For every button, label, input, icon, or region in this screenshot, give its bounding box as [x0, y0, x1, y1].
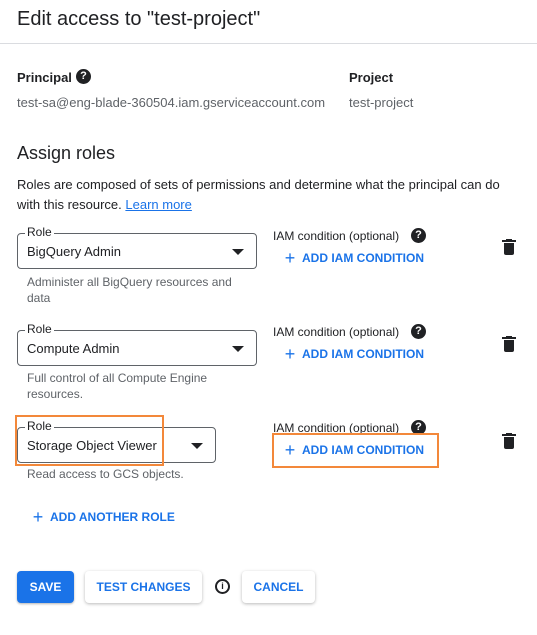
role-highlight-box	[15, 415, 164, 466]
test-changes-button[interactable]: TEST CHANGES	[85, 571, 202, 603]
learn-more-link[interactable]: Learn more	[125, 197, 191, 212]
add-condition-label: ADD IAM CONDITION	[302, 347, 424, 361]
dialog-title: Edit access to "test-project"	[17, 8, 261, 30]
role-value: Compute Admin	[27, 341, 120, 356]
condition-highlight-box	[272, 433, 439, 468]
save-button[interactable]: SAVE	[17, 571, 74, 603]
dropdown-arrow-icon	[232, 249, 244, 255]
role-select-1[interactable]: Role BigQuery Admin	[17, 225, 257, 269]
role-hint-1: Administer all BigQuery resources and da…	[27, 275, 232, 305]
add-another-role-label: ADD ANOTHER ROLE	[50, 510, 175, 524]
add-another-role-button[interactable]: + ADD ANOTHER ROLE	[31, 505, 175, 529]
dialog-header: Edit access to "test-project"	[0, 0, 537, 44]
principal-help-icon[interactable]: ?	[76, 69, 91, 84]
assign-roles-title: Assign roles	[17, 143, 116, 163]
project-label: Project	[349, 70, 394, 85]
project-value: test-project	[349, 95, 414, 110]
role-hint-3: Read access to GCS objects.	[27, 467, 184, 481]
condition-help-icon-2[interactable]: ?	[411, 324, 426, 339]
role-hint-2: Full control of all Compute Engine resou…	[27, 371, 208, 401]
delete-role-icon-3[interactable]	[502, 433, 516, 449]
principal-value: test-sa@eng-blade-360504.iam.gserviceacc…	[17, 95, 326, 110]
plus-icon: +	[284, 248, 296, 268]
add-iam-condition-button-2[interactable]: + ADD IAM CONDITION	[283, 342, 424, 366]
role-value: BigQuery Admin	[27, 244, 121, 259]
assign-roles-description: Roles are composed of sets of permission…	[17, 175, 517, 215]
condition-help-icon-1[interactable]: ?	[411, 228, 426, 243]
dropdown-arrow-icon	[191, 443, 203, 449]
description-text: Roles are composed of sets of permission…	[17, 177, 500, 212]
add-condition-label: ADD IAM CONDITION	[302, 251, 424, 265]
iam-condition-label-2: IAM condition (optional)	[273, 325, 400, 339]
delete-role-icon-2[interactable]	[502, 336, 516, 352]
iam-condition-label-1: IAM condition (optional)	[273, 229, 400, 243]
principal-label: Principal	[17, 70, 72, 85]
role-field-label: Role	[25, 225, 54, 239]
role-field-label: Role	[25, 322, 54, 336]
cancel-button[interactable]: CANCEL	[242, 571, 315, 603]
role-select-2[interactable]: Role Compute Admin	[17, 322, 257, 366]
plus-icon: +	[32, 507, 44, 527]
add-iam-condition-button-1[interactable]: + ADD IAM CONDITION	[283, 246, 424, 270]
delete-role-icon-1[interactable]	[502, 239, 516, 255]
dropdown-arrow-icon	[232, 346, 244, 352]
info-icon[interactable]: i	[215, 579, 230, 594]
plus-icon: +	[284, 344, 296, 364]
